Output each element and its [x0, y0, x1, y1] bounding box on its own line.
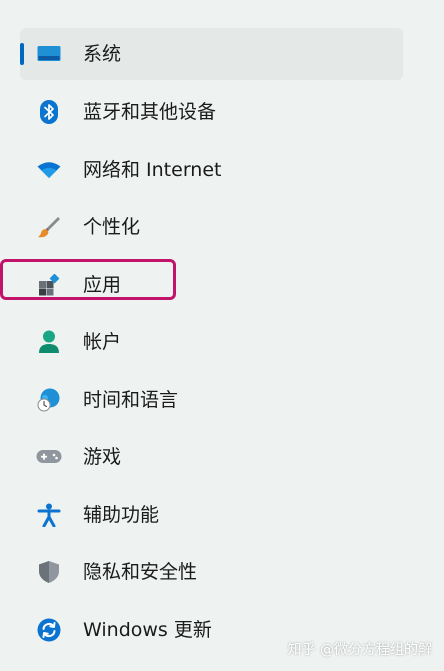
- nav-item-system[interactable]: 系统: [20, 28, 403, 80]
- nav-item-label: 辅助功能: [83, 504, 160, 526]
- nav-item-label: 应用: [83, 274, 122, 296]
- shield-icon: [36, 560, 62, 584]
- nav-item-bluetooth[interactable]: 蓝牙和其他设备: [20, 86, 403, 138]
- paintbrush-icon: [36, 215, 62, 239]
- nav-item-label: 系统: [83, 43, 122, 65]
- accessibility-icon: [36, 503, 62, 527]
- nav-item-label: 蓝牙和其他设备: [83, 101, 217, 123]
- nav-item-accessibility[interactable]: 辅助功能: [20, 489, 403, 541]
- system-display-icon: [36, 42, 62, 66]
- nav-item-label: 游戏: [83, 446, 122, 468]
- nav-item-label: 帐户: [83, 331, 122, 353]
- settings-nav: 系统 蓝牙和其他设备 网络和 Internet 个性化 应用 帐户 时间和语言 …: [0, 0, 444, 671]
- nav-item-gaming[interactable]: 游戏: [20, 431, 403, 483]
- apps-icon: [36, 273, 62, 297]
- gamepad-icon: [36, 445, 62, 469]
- selection-indicator: [20, 43, 24, 65]
- globe-clock-icon: [36, 388, 62, 412]
- nav-item-label: 隐私和安全性: [83, 561, 198, 583]
- nav-item-label: 个性化: [83, 216, 141, 238]
- nav-item-personalization[interactable]: 个性化: [20, 201, 403, 253]
- wifi-icon: [36, 158, 62, 182]
- nav-item-accounts[interactable]: 帐户: [20, 316, 403, 368]
- nav-item-label: 时间和语言: [83, 389, 179, 411]
- windows-update-icon: [36, 618, 62, 642]
- bluetooth-icon: [36, 100, 62, 124]
- nav-item-privacy-security[interactable]: 隐私和安全性: [20, 546, 403, 598]
- nav-item-label: Windows 更新: [83, 619, 212, 641]
- watermark: 知乎 @微分方程组的解: [287, 642, 432, 658]
- nav-item-apps[interactable]: 应用: [20, 259, 403, 311]
- nav-item-network[interactable]: 网络和 Internet: [20, 144, 403, 196]
- nav-item-label: 网络和 Internet: [83, 159, 222, 181]
- account-person-icon: [36, 330, 62, 354]
- nav-item-time-language[interactable]: 时间和语言: [20, 374, 403, 426]
